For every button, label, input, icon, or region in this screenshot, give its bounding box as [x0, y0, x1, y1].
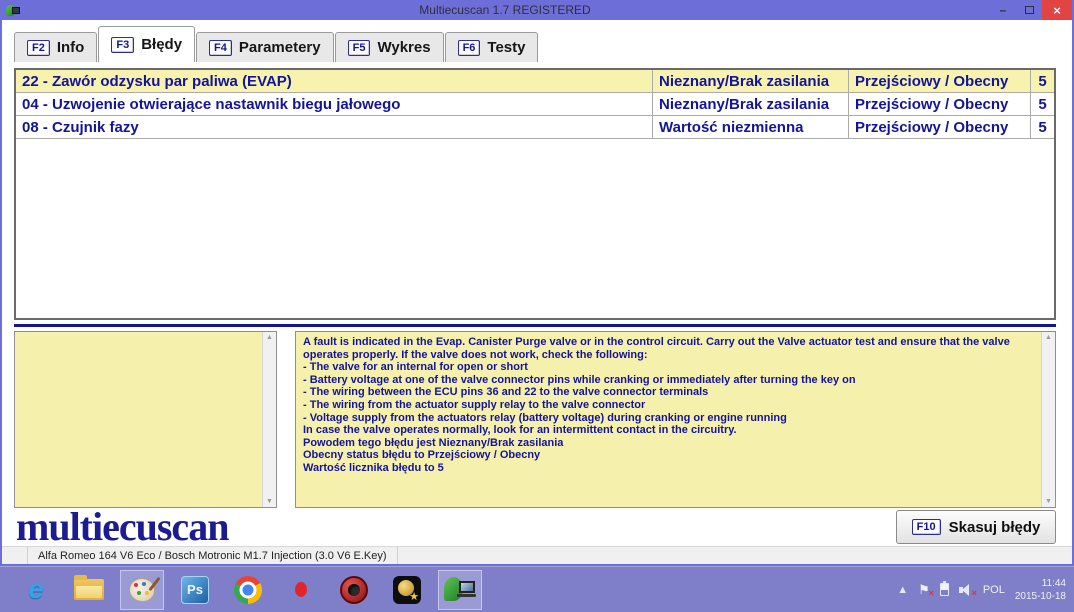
- error-description: 22 - Zawór odzysku par paliwa (EVAP): [16, 70, 652, 92]
- tab-info[interactable]: F2 Info: [14, 32, 97, 62]
- hidden-icons-arrow-icon[interactable]: ▲: [897, 584, 908, 596]
- error-count: 5: [1030, 70, 1054, 92]
- tab-bledy[interactable]: F3 Błędy: [98, 26, 195, 62]
- f5-key-badge: F5: [348, 40, 371, 56]
- tab-testy[interactable]: F6 Testy: [445, 32, 539, 62]
- footer: multiecuscan F10 Skasuj błędy: [2, 508, 1072, 546]
- error-row-22[interactable]: 22 - Zawór odzysku par paliwa (EVAP) Nie…: [16, 70, 1054, 93]
- gold-globe-app-icon[interactable]: [385, 570, 429, 610]
- action-center-flag-icon[interactable]: ⚑×: [918, 583, 930, 596]
- error-table: 22 - Zawór odzysku par paliwa (EVAP) Nie…: [14, 68, 1056, 320]
- clock[interactable]: 11:44 2015-10-18: [1015, 577, 1066, 603]
- window-title: Multiecuscan 1.7 REGISTERED: [20, 3, 990, 17]
- error-description: 08 - Czujnik fazy: [16, 116, 652, 138]
- vehicle-status: Alfa Romeo 164 V6 Eco / Bosch Motronic M…: [28, 547, 398, 564]
- multiecuscan-logo: multiecuscan: [16, 507, 228, 547]
- status-bar: Alfa Romeo 164 V6 Eco / Bosch Motronic M…: [2, 546, 1072, 564]
- fault-intro: A fault is indicated in the Evap. Canist…: [303, 336, 1034, 361]
- file-explorer-icon[interactable]: [67, 570, 111, 610]
- freeze-frame-panel: ▲ ▼: [14, 331, 277, 508]
- close-button[interactable]: ×: [1042, 0, 1072, 20]
- freeze-frame-content: [15, 332, 262, 507]
- status-cell-empty: [2, 547, 28, 564]
- taskbar: e Ps ▲ ⚑× × POL 11:44 2015-10-18: [0, 566, 1074, 612]
- fault-description-text: A fault is indicated in the Evap. Canist…: [296, 332, 1041, 507]
- f3-key-badge: F3: [111, 37, 134, 53]
- error-state: Przejściowy / Obecny: [848, 116, 1030, 138]
- clear-errors-button[interactable]: F10 Skasuj błędy: [896, 510, 1056, 544]
- clock-time: 11:44: [1015, 577, 1066, 590]
- error-status: Nieznany/Brak zasilania: [652, 70, 848, 92]
- opera-icon[interactable]: [279, 570, 323, 610]
- photoshop-icon[interactable]: Ps: [173, 570, 217, 610]
- fault-line: In case the valve operates normally, loo…: [303, 424, 1034, 437]
- app-icon: [6, 4, 20, 17]
- f6-key-badge: F6: [458, 40, 481, 56]
- error-count: 5: [1030, 93, 1054, 115]
- error-count: 5: [1030, 116, 1054, 138]
- multiecuscan-window: Multiecuscan 1.7 REGISTERED – × F2 Info …: [0, 0, 1074, 566]
- restore-icon: [1025, 6, 1034, 14]
- scroll-down-icon[interactable]: ▼: [1045, 498, 1052, 505]
- error-state: Przejściowy / Obecny: [848, 93, 1030, 115]
- fault-line: - Battery voltage at one of the valve co…: [303, 374, 1034, 387]
- error-state: Przejściowy / Obecny: [848, 70, 1030, 92]
- tab-parametery[interactable]: F4 Parametery: [196, 32, 334, 62]
- battery-icon[interactable]: [940, 583, 949, 596]
- tab-wykres[interactable]: F5 Wykres: [335, 32, 444, 62]
- freeze-frame-scrollbar[interactable]: ▲ ▼: [262, 332, 276, 507]
- error-status: Wartość niezmienna: [652, 116, 848, 138]
- f4-key-badge: F4: [209, 40, 232, 56]
- f10-key-badge: F10: [912, 519, 941, 535]
- f2-key-badge: F2: [27, 40, 50, 56]
- internet-explorer-icon[interactable]: e: [14, 570, 58, 610]
- paint-icon[interactable]: [120, 570, 164, 610]
- restore-button[interactable]: [1016, 0, 1042, 20]
- volume-muted-icon[interactable]: ×: [959, 584, 973, 596]
- fault-line: - The wiring between the ECU pins 36 and…: [303, 386, 1034, 399]
- error-status: Nieznany/Brak zasilania: [652, 93, 848, 115]
- error-row-08[interactable]: 08 - Czujnik fazy Wartość niezmienna Prz…: [16, 116, 1054, 139]
- titlebar: Multiecuscan 1.7 REGISTERED – ×: [2, 0, 1072, 20]
- fault-description-panel: A fault is indicated in the Evap. Canist…: [295, 331, 1056, 508]
- fault-line: Obecny status błędu to Przejściowy / Obe…: [303, 449, 1034, 462]
- scroll-up-icon[interactable]: ▲: [266, 334, 273, 341]
- error-row-04[interactable]: 04 - Uzwojenie otwierające nastawnik bie…: [16, 93, 1054, 116]
- system-tray: ▲ ⚑× × POL 11:44 2015-10-18: [897, 577, 1066, 603]
- error-description: 04 - Uzwojenie otwierające nastawnik bie…: [16, 93, 652, 115]
- multiecuscan-taskbar-icon[interactable]: [438, 570, 482, 610]
- clock-date: 2015-10-18: [1015, 590, 1066, 603]
- taskbar-icons: e Ps: [14, 570, 897, 610]
- fault-line: - The valve for an internal for open or …: [303, 361, 1034, 374]
- chrome-icon[interactable]: [226, 570, 270, 610]
- language-indicator[interactable]: POL: [983, 584, 1005, 596]
- tab-bar: F2 Info F3 Błędy F4 Parametery F5 Wykres…: [2, 20, 1072, 62]
- fault-line: - Voltage supply from the actuators rela…: [303, 412, 1034, 425]
- detail-panels: ▲ ▼ A fault is indicated in the Evap. Ca…: [14, 331, 1056, 508]
- fault-description-scrollbar[interactable]: ▲ ▼: [1041, 332, 1055, 507]
- scroll-up-icon[interactable]: ▲: [1045, 334, 1052, 341]
- fault-line: Powodem tego błędu jest Nieznany/Brak za…: [303, 437, 1034, 450]
- fault-line: - The wiring from the actuator supply re…: [303, 399, 1034, 412]
- fault-line: Wartość licznika błędu to 5: [303, 462, 1034, 475]
- section-divider: [14, 324, 1056, 327]
- minimize-button[interactable]: –: [990, 0, 1016, 20]
- media-player-icon[interactable]: [332, 570, 376, 610]
- scroll-down-icon[interactable]: ▼: [266, 498, 273, 505]
